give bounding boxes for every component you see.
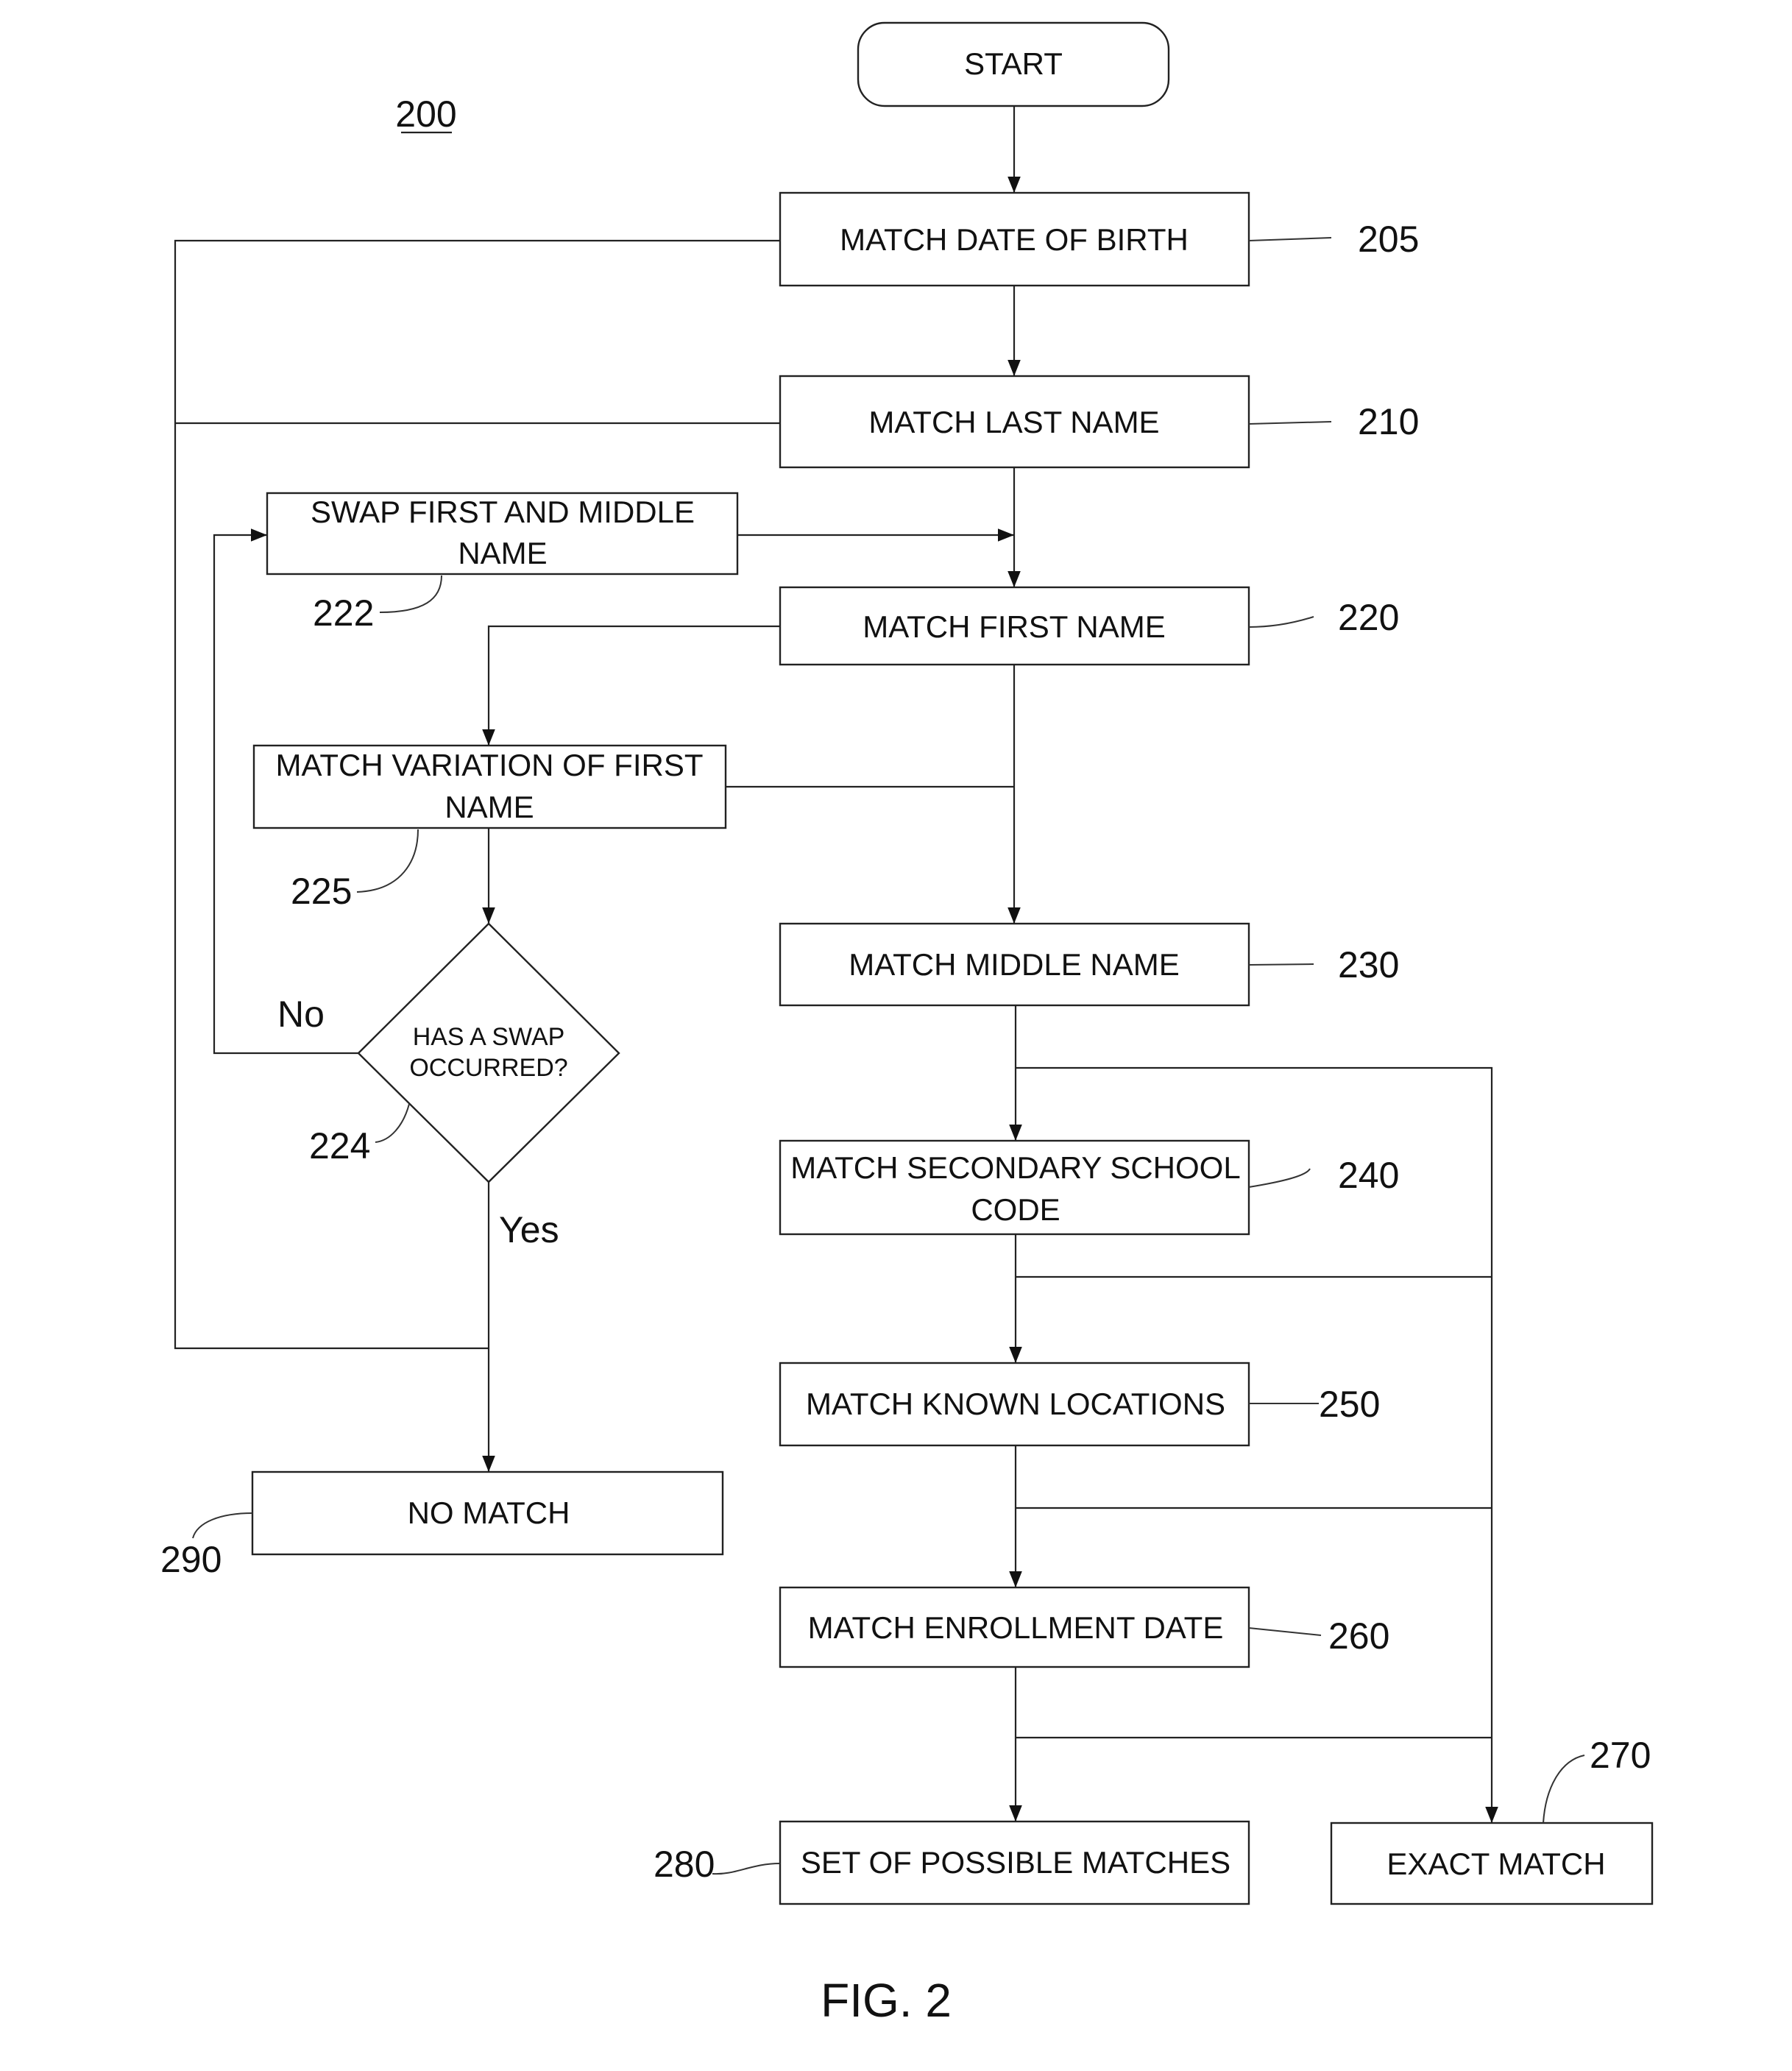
decision-label-line1: HAS A SWAP	[413, 1023, 565, 1051]
start-label: START	[964, 46, 1063, 81]
decision-yes-label: Yes	[499, 1209, 559, 1250]
nomatch-label: NO MATCH	[408, 1495, 570, 1530]
swap-label-line1: SWAP FIRST AND MIDDLE	[311, 495, 695, 529]
figure-number: 200	[395, 93, 456, 135]
swap-label-line2: NAME	[458, 536, 547, 570]
middlename-ref: 230	[1338, 944, 1399, 985]
swap-leader	[379, 575, 442, 613]
dob-label: MATCH DATE OF BIRTH	[840, 222, 1189, 257]
node-dob: MATCH DATE OF BIRTH 205	[779, 191, 1419, 287]
node-variation: MATCH VARIATION OF FIRST NAME 225	[252, 744, 727, 912]
decision-diamond	[357, 922, 620, 1183]
locations-label: MATCH KNOWN LOCATIONS	[806, 1387, 1225, 1421]
lastname-label: MATCH LAST NAME	[868, 405, 1159, 439]
decision-label-line2: OCCURRED?	[409, 1054, 567, 1082]
enrollment-label: MATCH ENROLLMENT DATE	[808, 1610, 1224, 1645]
node-no-match: NO MATCH 290	[160, 1470, 724, 1580]
nomatch-ref: 290	[160, 1539, 222, 1580]
exact-label: EXACT MATCH	[1387, 1847, 1605, 1881]
lastname-leader	[1248, 421, 1332, 425]
lastname-ref: 210	[1358, 401, 1419, 442]
decision-no-label: No	[277, 994, 325, 1035]
variation-leader	[356, 829, 419, 893]
enrollment-leader	[1248, 1627, 1322, 1636]
school-leader	[1248, 1168, 1311, 1188]
firstname-ref: 220	[1338, 597, 1399, 638]
exact-leader	[1543, 1755, 1585, 1824]
node-swap: SWAP FIRST AND MIDDLE NAME 222	[266, 492, 739, 634]
variation-label-line1: MATCH VARIATION OF FIRST	[276, 748, 704, 782]
firstname-label: MATCH FIRST NAME	[863, 609, 1165, 644]
node-last-name: MATCH LAST NAME 210	[779, 375, 1419, 469]
possible-ref: 280	[654, 1844, 715, 1885]
node-first-name: MATCH FIRST NAME 220	[779, 586, 1399, 666]
figure-caption: FIG. 2	[821, 1974, 952, 2027]
enrollment-ref: 260	[1328, 1615, 1389, 1657]
locations-ref: 250	[1319, 1384, 1380, 1425]
swap-ref: 222	[313, 592, 374, 634]
school-label-line2: CODE	[971, 1192, 1060, 1227]
middlename-leader	[1248, 963, 1314, 966]
arrow-firstname-to-variation	[482, 625, 780, 746]
firstname-leader	[1248, 616, 1314, 628]
node-school-code: MATCH SECONDARY SCHOOL CODE 240	[779, 1139, 1399, 1236]
variation-ref: 225	[291, 871, 352, 912]
node-locations: MATCH KNOWN LOCATIONS 250	[779, 1362, 1380, 1447]
possible-leader	[712, 1863, 781, 1875]
decision-leader	[375, 1103, 410, 1143]
middlename-label: MATCH MIDDLE NAME	[849, 947, 1180, 982]
possible-label: SET OF POSSIBLE MATCHES	[801, 1845, 1230, 1880]
node-middle-name: MATCH MIDDLE NAME 230	[779, 922, 1399, 1007]
dob-leader	[1248, 237, 1332, 241]
exact-ref: 270	[1590, 1735, 1651, 1776]
variation-label-line2: NAME	[445, 790, 534, 824]
decision-ref: 224	[309, 1125, 370, 1167]
node-possible-matches: SET OF POSSIBLE MATCHES 280	[654, 1820, 1250, 1905]
school-ref: 240	[1338, 1155, 1399, 1196]
node-start: START	[857, 21, 1170, 107]
flowchart-diagram: 200 START MATCH DATE OF BIRTH 205 MATCH …	[160, 21, 1654, 2027]
node-enrollment: MATCH ENROLLMENT DATE 260	[779, 1586, 1389, 1668]
nomatch-leader	[192, 1512, 253, 1539]
figure-number-text: 200	[395, 93, 456, 135]
school-label-line1: MATCH SECONDARY SCHOOL	[790, 1150, 1240, 1185]
node-swap-decision: HAS A SWAP OCCURRED? 224 No Yes	[277, 922, 620, 1250]
dob-ref: 205	[1358, 219, 1419, 260]
